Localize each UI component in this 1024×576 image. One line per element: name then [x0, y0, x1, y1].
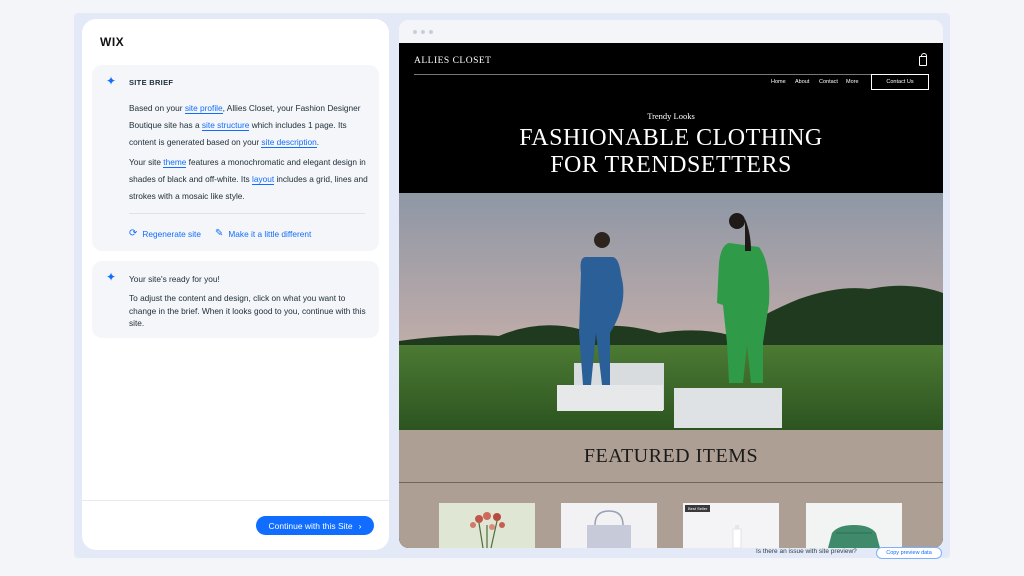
nav-more[interactable]: More [846, 79, 859, 85]
brief-text: Based on your [129, 103, 185, 113]
site-profile-link[interactable]: site profile [184, 103, 223, 114]
site-preview: ALLIES CLOSET Home About Contact More Co… [399, 20, 943, 548]
product-card[interactable] [806, 503, 902, 548]
site-name[interactable]: ALLIES CLOSET [414, 56, 491, 66]
product-card[interactable] [561, 503, 657, 548]
site-ready-text: To adjust the content and design, click … [129, 293, 366, 328]
brief-text: . [316, 137, 320, 147]
make-it-different-label: Make it a little different [228, 228, 312, 239]
preview-browser-bar [399, 20, 943, 43]
sweater-icon [828, 525, 880, 548]
website-preview[interactable]: ALLIES CLOSET Home About Contact More Co… [399, 43, 943, 548]
nav-contact[interactable]: Contact [819, 79, 838, 85]
tote-bag-icon [587, 510, 631, 548]
site-ready-card: ✦ Your site's ready for you! To adjust t… [92, 261, 379, 338]
shopping-bag-icon[interactable] [919, 53, 927, 66]
product-card[interactable]: Best Seller [683, 503, 779, 548]
site-ready-title: Your site's ready for you! [129, 274, 220, 284]
window-dot-icon [429, 30, 433, 34]
window-dot-icon [421, 30, 425, 34]
site-description-link[interactable]: site description [261, 137, 317, 148]
hero-photo-illustration [399, 193, 943, 430]
nav-home[interactable]: Home [771, 79, 786, 85]
chevron-right-icon: › [358, 520, 362, 531]
brief-paragraph-1: Based on your site profile, Allies Close… [129, 100, 369, 151]
continue-with-site-button[interactable]: Continue with this Site › [256, 516, 374, 535]
contact-us-button[interactable]: Contact Us [871, 74, 929, 90]
product-card[interactable] [439, 503, 535, 548]
footer-divider [82, 500, 389, 501]
featured-divider [399, 482, 943, 483]
theme-link[interactable]: theme [163, 157, 187, 168]
header-divider [414, 74, 929, 75]
regenerate-site-label: Regenerate site [142, 228, 201, 239]
continue-label: Continue with this Site [268, 520, 353, 531]
site-brief-title: SITE BRIEF [129, 78, 174, 87]
hero-subtitle: Trendy Looks [647, 111, 695, 121]
hero-title-line-2: FOR TRENDSETTERS [550, 152, 792, 178]
refresh-icon: ⟳ [129, 228, 138, 239]
hero-photo [399, 193, 943, 430]
site-brief-card: ✦ SITE BRIEF Based on your site profile,… [92, 65, 379, 251]
flower-vase-icon [470, 512, 505, 548]
nav-about[interactable]: About [795, 79, 809, 85]
brief-paragraph-2: Your site theme features a monochromatic… [129, 154, 369, 205]
brief-text: Your site [129, 157, 164, 167]
layout-link[interactable]: layout [252, 174, 275, 185]
sparkle-icon: ✦ [106, 74, 117, 88]
make-it-different-button[interactable]: ✎ Make it a little different [215, 228, 311, 239]
sparkle-icon: ✦ [106, 270, 117, 284]
regenerate-site-button[interactable]: ⟳ Regenerate site [129, 228, 201, 239]
wix-logo: WIX [100, 35, 125, 49]
copy-preview-data-button[interactable]: Copy preview data [876, 547, 942, 559]
site-brief-panel: WIX ✦ SITE BRIEF Based on your site prof… [82, 19, 389, 550]
best-seller-badge: Best Seller [685, 505, 711, 512]
hero-title-line-1: FASHIONABLE CLOTHING [519, 125, 823, 151]
preview-issue-text: Is there an issue with site preview? [756, 548, 857, 555]
featured-items-section: FEATURED ITEMS Best Seller [399, 430, 943, 548]
pencil-icon: ✎ [215, 228, 224, 239]
featured-items-title: FEATURED ITEMS [583, 445, 759, 467]
site-structure-link[interactable]: site structure [201, 120, 250, 131]
hero-title: FASHIONABLE CLOTHING FOR TRENDSETTERS [399, 125, 943, 179]
window-dot-icon [413, 30, 417, 34]
divider [129, 213, 365, 214]
